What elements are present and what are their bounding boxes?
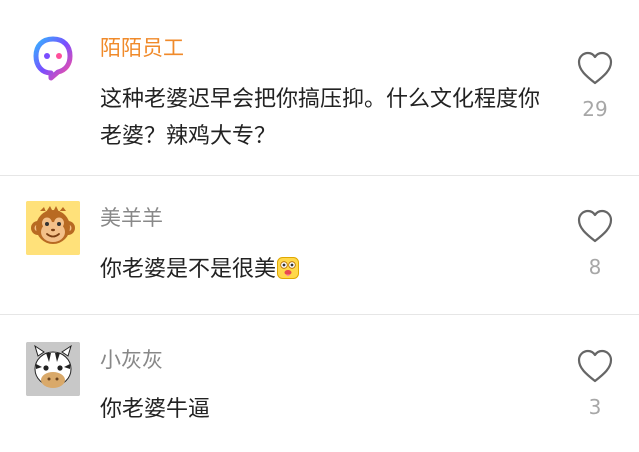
- avatar[interactable]: [26, 201, 80, 255]
- username[interactable]: 小灰灰: [100, 347, 163, 373]
- heart-icon[interactable]: [576, 348, 614, 384]
- comment-item: 美羊羊 你老婆是不是很美 8: [0, 176, 639, 315]
- like-count: 3: [588, 395, 602, 419]
- like-count: 29: [582, 97, 608, 121]
- comment-text: 你老婆牛逼: [100, 397, 211, 422]
- momo-logo-icon: [33, 36, 73, 81]
- username[interactable]: 美羊羊: [100, 205, 163, 231]
- monkey-face-icon: [26, 201, 80, 255]
- comment-text: 这种老婆迟早会把你搞压抑。什么文化程度你老婆？辣鸡大专？: [100, 87, 541, 149]
- like-control: 3: [576, 348, 616, 418]
- like-control: 8: [576, 208, 616, 278]
- avatar[interactable]: [26, 30, 80, 84]
- heart-icon[interactable]: [576, 208, 614, 244]
- avatar[interactable]: [26, 342, 80, 396]
- heart-icon[interactable]: [576, 50, 614, 86]
- comment-text: 你老婆是不是很美: [100, 251, 550, 288]
- comment-item: 小灰灰 你老婆牛逼 3: [0, 315, 639, 452]
- zebra-face-icon: [26, 342, 80, 396]
- like-control: 29: [576, 50, 616, 120]
- comment-item: 陌陌员工 这种老婆迟早会把你搞压抑。什么文化程度你老婆？辣鸡大专？ 29: [0, 0, 639, 176]
- username[interactable]: 陌陌员工: [100, 35, 184, 61]
- comment-text-content: 你老婆是不是很美: [100, 257, 277, 282]
- like-count: 8: [588, 255, 602, 279]
- comment-list: 陌陌员工 这种老婆迟早会把你搞压抑。什么文化程度你老婆？辣鸡大专？ 29 美羊羊…: [0, 0, 639, 452]
- drooling-face-emoji: [277, 257, 300, 279]
